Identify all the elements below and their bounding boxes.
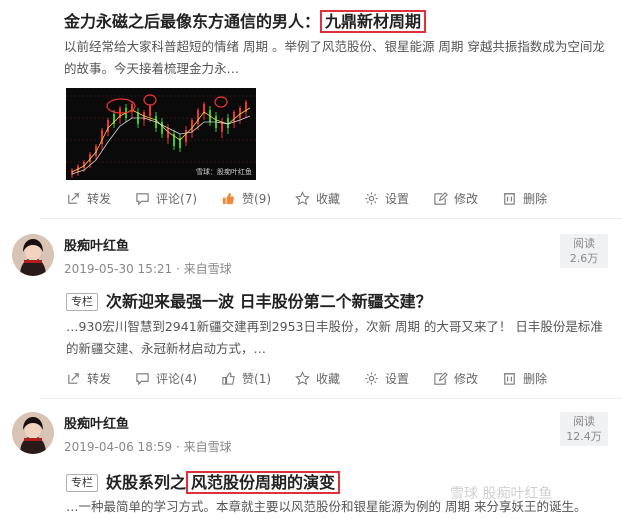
settings-button[interactable]: 设置 bbox=[364, 190, 409, 207]
post-2-author-row: 股痴叶红鱼 2019-05-30 15:21 · 来自雪球 阅读 2.6万 bbox=[12, 234, 608, 280]
comment-button[interactable]: 评论(4) bbox=[135, 370, 197, 387]
edit-icon bbox=[434, 191, 448, 205]
settings-label: 设置 bbox=[385, 371, 410, 386]
edit-icon bbox=[434, 371, 448, 385]
repost-button[interactable]: 转发 bbox=[66, 190, 111, 207]
delete-label: 删除 bbox=[523, 371, 548, 386]
read-count-label: 阅读 bbox=[573, 415, 595, 428]
favorite-button[interactable]: 收藏 bbox=[295, 190, 340, 207]
post-date: 2019-05-30 15:21 bbox=[64, 262, 173, 276]
like-label: 赞(1) bbox=[242, 371, 272, 386]
favorite-label: 收藏 bbox=[316, 191, 341, 206]
like-button[interactable]: 赞(9) bbox=[221, 190, 271, 207]
comment-icon bbox=[136, 372, 149, 385]
edit-button[interactable]: 修改 bbox=[433, 370, 478, 387]
column-tag: 专栏 bbox=[66, 293, 98, 311]
post-1-title[interactable]: 金力永磁之后最像东方通信的男人： 九鼎新材周期 bbox=[64, 8, 427, 33]
read-count-value: 12.4万 bbox=[566, 430, 602, 443]
post-date: 2019-04-06 18:59 bbox=[64, 440, 173, 454]
edit-label: 修改 bbox=[454, 371, 479, 386]
gear-icon bbox=[365, 191, 378, 205]
gear-icon bbox=[365, 371, 378, 385]
read-count-badge: 阅读 12.4万 bbox=[560, 412, 608, 446]
post-3-author-row: 股痴叶红鱼 2019-04-06 18:59 · 来自雪球 阅读 12.4万 bbox=[12, 412, 608, 458]
watermark: 雪球 股痴叶红鱼 bbox=[450, 486, 553, 502]
like-button[interactable]: 赞(1) bbox=[221, 370, 271, 387]
post-2-excerpt: …930宏川智慧到2941新疆交建再到2953日丰股份，次新 周期 的大哥又来了… bbox=[66, 319, 603, 356]
share-icon bbox=[68, 192, 79, 204]
avatar[interactable] bbox=[12, 412, 54, 454]
post-1-excerpt: 以前经常给大家科普超短的情绪 周期 。举例了风范股份、银星能源 周期 穿越共振指… bbox=[64, 39, 605, 76]
share-icon bbox=[68, 372, 79, 384]
post-2-title[interactable]: 专栏 次新迎来最强一波 日丰股份第二个新疆交建？ bbox=[66, 288, 432, 312]
settings-button[interactable]: 设置 bbox=[364, 370, 409, 387]
star-icon bbox=[295, 190, 310, 205]
post-meta: 2019-04-06 18:59 · 来自雪球 bbox=[64, 438, 232, 455]
read-count-value: 2.6万 bbox=[569, 252, 599, 265]
like-label: 赞(9) bbox=[242, 191, 272, 206]
comment-icon bbox=[136, 192, 149, 205]
comment-button[interactable]: 评论(7) bbox=[135, 190, 197, 207]
trash-icon bbox=[503, 192, 516, 205]
post-divider bbox=[40, 398, 622, 399]
avatar[interactable] bbox=[12, 234, 54, 276]
post-source: · 来自雪球 bbox=[175, 440, 232, 454]
thumbs-up-icon bbox=[222, 371, 235, 385]
post-meta: 2019-05-30 15:21 · 来自雪球 bbox=[64, 260, 232, 277]
post-1-title-text: 金力永磁之后最像东方通信的男人： bbox=[64, 12, 321, 31]
post-2-actions: 转发 评论(4) 赞(1) 收藏 设置 修改 删除 bbox=[66, 367, 571, 389]
favorite-button[interactable]: 收藏 bbox=[295, 370, 340, 387]
trash-icon bbox=[503, 372, 516, 385]
column-tag: 专栏 bbox=[66, 474, 98, 492]
comment-label: 评论(4) bbox=[156, 371, 198, 386]
repost-label: 转发 bbox=[87, 371, 112, 386]
read-count-badge: 阅读 2.6万 bbox=[560, 234, 608, 268]
post-1-title-highlight: 九鼎新材周期 bbox=[320, 10, 427, 33]
delete-label: 删除 bbox=[523, 191, 548, 206]
repost-label: 转发 bbox=[87, 191, 112, 206]
post-3-title-text: 妖股系列之 bbox=[106, 473, 187, 492]
edit-label: 修改 bbox=[454, 191, 479, 206]
post-1-actions: 转发 评论(7) 赞(9) 收藏 设置 修改 删除 bbox=[66, 187, 571, 209]
author-name[interactable]: 股痴叶红鱼 bbox=[64, 235, 129, 254]
delete-button[interactable]: 删除 bbox=[502, 370, 547, 387]
chart-caption: 雪球：股痴叶红鱼 bbox=[196, 168, 252, 176]
settings-label: 设置 bbox=[385, 191, 410, 206]
edit-button[interactable]: 修改 bbox=[433, 190, 478, 207]
post-1-stock-chart-image[interactable]: 雪球：股痴叶红鱼 bbox=[66, 88, 256, 180]
repost-button[interactable]: 转发 bbox=[66, 370, 111, 387]
avatar-portrait bbox=[12, 234, 54, 276]
favorite-label: 收藏 bbox=[316, 371, 341, 386]
star-icon bbox=[295, 370, 310, 385]
read-count-label: 阅读 bbox=[573, 237, 595, 250]
author-name[interactable]: 股痴叶红鱼 bbox=[64, 413, 129, 432]
post-2-title-text: 次新迎来最强一波 日丰股份第二个新疆交建？ bbox=[106, 292, 432, 311]
comment-label: 评论(7) bbox=[156, 191, 198, 206]
post-divider bbox=[40, 218, 622, 219]
avatar-portrait bbox=[12, 412, 54, 454]
post-3-title-highlight: 风范股份周期的演变 bbox=[186, 471, 341, 494]
post-3-title[interactable]: 专栏 妖股系列之 风范股份周期的演变 bbox=[66, 469, 341, 494]
thumbs-up-icon bbox=[222, 192, 235, 204]
post-source: · 来自雪球 bbox=[175, 262, 232, 276]
delete-button[interactable]: 删除 bbox=[502, 190, 547, 207]
